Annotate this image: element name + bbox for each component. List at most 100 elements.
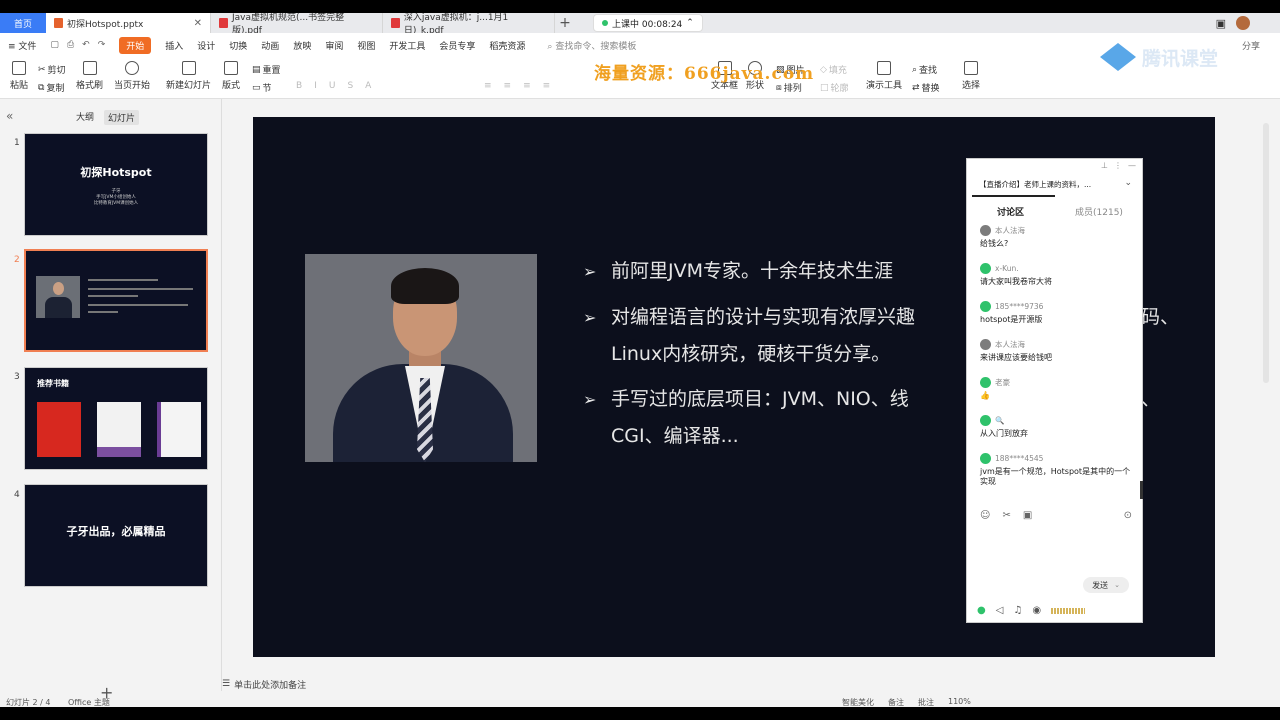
speaker-icon[interactable]: ◁ bbox=[996, 605, 1004, 616]
send-button[interactable]: 发送 ⌄ bbox=[1083, 577, 1129, 593]
new-tab-button[interactable]: + bbox=[555, 15, 575, 31]
slide-thumbnail-2[interactable] bbox=[24, 249, 208, 352]
menu-file[interactable]: ≡ 文件 bbox=[8, 39, 36, 52]
tab-label: 初探Hotspot.pptx bbox=[67, 19, 144, 30]
reset-icon: ▤ bbox=[252, 64, 261, 75]
section-button[interactable]: ▭ 节 bbox=[252, 81, 272, 95]
notes-area[interactable]: ☰ 单击此处添加备注 bbox=[222, 677, 1280, 691]
smart-beautify-button[interactable]: 智能美化 bbox=[842, 697, 874, 707]
more-icon[interactable]: ⋮ bbox=[1114, 161, 1122, 170]
slide-thumbnail-1[interactable]: 初探Hotspot 子牙 手写JVM小组创始人 比特教育JVM课创始人 bbox=[24, 133, 208, 236]
settings-icon[interactable]: ⊙ bbox=[1124, 510, 1132, 521]
location-icon[interactable]: ◉ bbox=[1032, 605, 1041, 616]
minimize-icon[interactable]: — bbox=[1128, 161, 1136, 170]
annotate-button[interactable]: 批注 bbox=[918, 697, 934, 707]
scissors-icon[interactable]: ✂ bbox=[1002, 510, 1010, 521]
menu-design[interactable]: 设计 bbox=[197, 39, 215, 52]
chat-user: 188****4545 bbox=[980, 453, 1132, 464]
chat-window-controls: ⊥ ⋮ — bbox=[1101, 161, 1136, 170]
menu-developer[interactable]: 开发工具 bbox=[389, 39, 425, 52]
layout-button[interactable]: 版式 bbox=[222, 61, 240, 91]
outline-button[interactable]: □ 轮廓 bbox=[820, 81, 849, 95]
align-right-icon[interactable]: ≡ bbox=[523, 81, 531, 91]
bold-icon[interactable]: B bbox=[296, 81, 302, 91]
zoom-level[interactable]: 110% bbox=[948, 697, 971, 707]
font-color-icon[interactable]: A bbox=[365, 81, 371, 91]
menu-docer[interactable]: 稻壳资源 bbox=[489, 39, 525, 52]
align-left-icon[interactable]: ≡ bbox=[484, 81, 492, 91]
live-status-pill[interactable]: 上课中 00:08:24 ⌃ bbox=[593, 14, 703, 32]
reset-button[interactable]: ▤ 重置 bbox=[252, 63, 281, 77]
tab-members[interactable]: 成员(1215) bbox=[1075, 205, 1123, 218]
menu-slideshow[interactable]: 放映 bbox=[293, 39, 311, 52]
tab-doc-pdf-1[interactable]: Java虚拟机规范(...书签完整版).pdf bbox=[211, 13, 383, 36]
chat-scrollbar[interactable] bbox=[1140, 481, 1143, 499]
select-icon bbox=[964, 61, 978, 75]
tab-doc-ppt[interactable]: 初探Hotspot.pptx ✕ bbox=[46, 13, 211, 33]
chat-message: 本人法海 给钱么? bbox=[980, 225, 1132, 249]
thumb-title: 推荐书籍 bbox=[37, 379, 69, 388]
window-icon[interactable]: ▣ bbox=[1216, 17, 1226, 30]
underline-icon[interactable]: U bbox=[329, 81, 336, 91]
present-tools-button[interactable]: 演示工具 bbox=[866, 61, 902, 91]
chevron-down-icon[interactable]: ⌄ bbox=[1124, 178, 1132, 188]
undo-icon[interactable]: ↶ bbox=[82, 40, 90, 50]
bullet-arrow-icon: ➢ bbox=[583, 390, 597, 409]
outline-icon: □ bbox=[820, 82, 829, 93]
new-slide-button[interactable]: 新建幻灯片 bbox=[166, 61, 211, 91]
tab-slides[interactable]: 幻灯片 bbox=[104, 110, 140, 125]
notes-button[interactable]: 备注 bbox=[888, 697, 904, 707]
menu-insert[interactable]: 插入 bbox=[165, 39, 183, 52]
avatar[interactable] bbox=[1236, 16, 1250, 30]
justify-icon[interactable]: ≡ bbox=[543, 81, 551, 91]
menu-review[interactable]: 审阅 bbox=[325, 39, 343, 52]
italic-icon[interactable]: I bbox=[314, 81, 317, 91]
menu-member[interactable]: 会员专享 bbox=[439, 39, 475, 52]
collapse-panel-icon[interactable]: « bbox=[6, 109, 13, 123]
live-status-text: 上课中 00:08:24 bbox=[612, 19, 683, 30]
chat-notice[interactable]: 【直播介绍】老师上课的资料，... bbox=[979, 179, 1131, 190]
music-icon[interactable]: ♫ bbox=[1013, 605, 1022, 616]
format-painter-button[interactable]: 格式刷 bbox=[76, 61, 103, 91]
slide-thumbnail-3[interactable]: 推荐书籍 bbox=[24, 367, 208, 470]
thumb-title: 初探Hotspot bbox=[80, 166, 152, 179]
tab-outline[interactable]: 大纲 bbox=[76, 110, 94, 125]
menu-view[interactable]: 视图 bbox=[357, 39, 375, 52]
paste-button[interactable]: 粘贴 bbox=[10, 61, 28, 91]
canvas-scrollbar[interactable] bbox=[1263, 123, 1269, 383]
tab-home[interactable]: 首页 bbox=[0, 13, 46, 33]
close-icon[interactable]: ✕ bbox=[194, 18, 202, 29]
cut-button[interactable]: ✂ 剪切 bbox=[38, 63, 66, 77]
find-button[interactable]: ⌕ 查找 bbox=[912, 63, 938, 77]
pin-icon[interactable]: ⊥ bbox=[1101, 161, 1108, 170]
live-chat-panel: ⊥ ⋮ — 【直播介绍】老师上课的资料，... ⌄ 讨论区 成员(1215) 本… bbox=[966, 158, 1143, 623]
share-button[interactable]: 分享 bbox=[1242, 39, 1260, 52]
select-button[interactable]: 选择 bbox=[962, 61, 980, 91]
menu-animation[interactable]: 动画 bbox=[261, 39, 279, 52]
image-icon[interactable]: ▣ bbox=[1023, 510, 1032, 521]
fill-button[interactable]: ◇ 填充 bbox=[820, 63, 847, 77]
thumb-text-line bbox=[88, 288, 193, 290]
tab-discussion[interactable]: 讨论区 bbox=[997, 205, 1024, 218]
replace-button[interactable]: ⇄ 替换 bbox=[912, 81, 940, 95]
print-icon[interactable]: ⎙ bbox=[67, 40, 74, 50]
book-cover-image bbox=[157, 402, 201, 457]
save-icon[interactable]: ▢ bbox=[50, 40, 59, 50]
align-center-icon[interactable]: ≡ bbox=[504, 81, 512, 91]
slide-thumbnail-4[interactable]: 子牙出品，必属精品 bbox=[24, 484, 208, 587]
emoji-icon[interactable]: ☺ bbox=[980, 510, 990, 521]
strike-icon[interactable]: S bbox=[347, 81, 353, 91]
from-current-button[interactable]: 当页开始 bbox=[114, 61, 150, 91]
user-avatar-icon bbox=[980, 377, 991, 388]
copy-button[interactable]: ⧉ 复制 bbox=[38, 81, 64, 95]
redo-icon[interactable]: ↷ bbox=[98, 40, 106, 50]
command-search[interactable]: ⌕ 查找命令、搜索模板 bbox=[547, 39, 636, 52]
outline-label: 轮廓 bbox=[830, 84, 849, 94]
tab-doc-pdf-2[interactable]: 深入java虚拟机：j...1月1日)_k.pdf bbox=[383, 13, 555, 36]
bullet-overflow-text: 、 bbox=[1141, 388, 1161, 410]
menu-home[interactable]: 开始 bbox=[119, 36, 152, 54]
menu-transition[interactable]: 切换 bbox=[229, 39, 247, 52]
font-style-group: BIUSA bbox=[296, 81, 371, 91]
find-label: 查找 bbox=[919, 66, 938, 76]
microphone-icon[interactable]: ● bbox=[977, 605, 986, 616]
